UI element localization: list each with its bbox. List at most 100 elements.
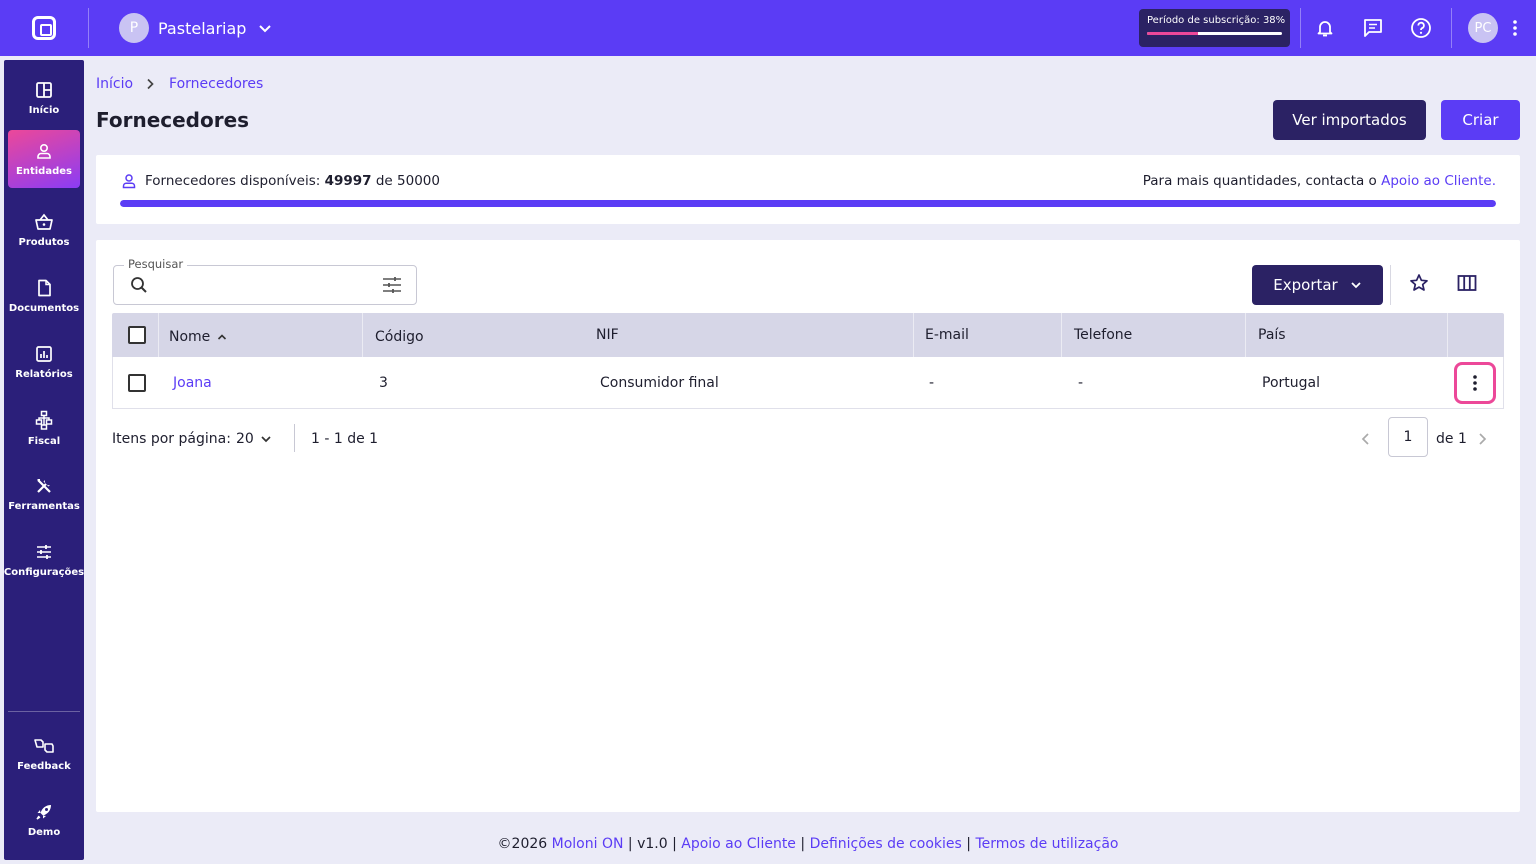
company-name: Pastelariap: [158, 18, 247, 38]
sidebar-item-label: Documentos: [8, 302, 80, 314]
quota-note: Para mais quantidades, contacta o Apoio …: [1143, 173, 1496, 189]
support-link[interactable]: Apoio ao Cliente: [1381, 173, 1492, 189]
items-per-page-value: 20: [236, 431, 254, 447]
table-row[interactable]: Joana 3 Consumidor final - - Portugal: [112, 357, 1504, 409]
breadcrumb-current[interactable]: Fornecedores: [169, 76, 263, 92]
quota-progress-bar: [120, 200, 1496, 207]
quota-note-text: Para mais quantidades, contacta o: [1142, 173, 1377, 189]
sidebar-item-documentos[interactable]: Documentos: [8, 268, 80, 324]
column-label: Nome: [169, 329, 211, 345]
notifications-button[interactable]: [1301, 0, 1349, 56]
suppliers-list-card: Pesquisar Exportar Nome Código NIF E-mai…: [96, 240, 1520, 812]
toolbar-divider: [1390, 265, 1391, 305]
sidebar-item-label: Início: [28, 104, 60, 116]
settings-icon: [37, 544, 51, 559]
app-logo[interactable]: [0, 0, 88, 56]
view-imported-button[interactable]: Ver importados: [1273, 100, 1426, 140]
sidebar-item-inicio[interactable]: Início: [8, 70, 80, 126]
fiscal-icon: [35, 410, 53, 430]
supplier-code: 3: [379, 374, 388, 391]
help-button[interactable]: [1397, 0, 1445, 56]
filter-icon[interactable]: [382, 276, 402, 294]
user-icon: [122, 174, 136, 189]
column-pais[interactable]: País: [1258, 313, 1286, 357]
column-divider: [913, 313, 914, 357]
select-all-checkbox[interactable]: [128, 326, 146, 344]
company-selector[interactable]: P Pastelariap: [119, 13, 272, 43]
sidebar-item-configuracoes[interactable]: Configurações: [4, 532, 84, 588]
breadcrumb-home-link[interactable]: Início: [96, 76, 133, 92]
more-vertical-icon: [1473, 375, 1477, 391]
footer-cookies-link[interactable]: Definições de cookies: [810, 836, 962, 852]
pagination: Itens por página: 20 1 - 1 de 1 1 de 1: [112, 417, 1504, 460]
basket-icon: [35, 213, 53, 230]
column-divider: [1245, 313, 1246, 357]
quota-total: 50000: [397, 173, 440, 189]
star-icon[interactable]: [1409, 273, 1429, 293]
sidebar-item-entidades[interactable]: Entidades: [8, 130, 80, 188]
columns-icon[interactable]: [1457, 273, 1477, 293]
document-icon: [38, 279, 51, 296]
chevron-right-icon[interactable]: [1476, 432, 1488, 446]
messages-button[interactable]: [1349, 0, 1397, 56]
footer-brand-link[interactable]: Moloni ON: [552, 836, 624, 852]
items-per-page-select[interactable]: 20: [236, 431, 272, 447]
quota-available: 49997: [324, 173, 372, 189]
breadcrumb: Início Fornecedores: [96, 76, 263, 92]
help-icon: [1411, 18, 1431, 38]
row-checkbox[interactable]: [128, 374, 146, 392]
feedback-icon: [34, 738, 54, 753]
sidebar-item-label: Relatórios: [15, 368, 73, 380]
sidebar-item-label: Entidades: [16, 165, 72, 177]
supplier-name-link[interactable]: Joana: [173, 357, 212, 408]
row-actions-button[interactable]: [1454, 362, 1496, 404]
column-email[interactable]: E-mail: [925, 313, 969, 357]
subscription-period[interactable]: Período de subscrição: 38%: [1139, 9, 1290, 47]
grid-icon: [36, 81, 52, 98]
quota-label: Fornecedores disponíveis:: [145, 173, 321, 189]
create-button[interactable]: Criar: [1441, 100, 1520, 140]
subscription-progress: [1147, 32, 1282, 35]
export-button[interactable]: Exportar: [1252, 265, 1383, 305]
column-telefone[interactable]: Telefone: [1074, 313, 1132, 357]
page-total: de 1: [1436, 431, 1467, 447]
sidebar-item-fiscal[interactable]: Fiscal: [8, 400, 80, 456]
sidebar: Início Entidades Produtos Documentos Rel…: [4, 60, 84, 860]
search-field[interactable]: Pesquisar: [113, 257, 417, 305]
footer-separator: |: [800, 836, 806, 852]
more-menu-button[interactable]: [1504, 0, 1526, 56]
sidebar-item-label: Configurações: [3, 566, 85, 578]
export-label: Exportar: [1273, 276, 1338, 294]
footer: ©2026 Moloni ON | v1.0 | Apoio ao Client…: [0, 836, 1536, 852]
column-nif[interactable]: NIF: [596, 313, 619, 357]
company-badge: P: [119, 13, 149, 43]
suppliers-table: Nome Código NIF E-mail Telefone País Joa…: [112, 313, 1504, 409]
user-avatar[interactable]: PC: [1468, 13, 1498, 43]
sidebar-item-label: Fiscal: [27, 435, 61, 447]
supplier-email: -: [929, 374, 935, 391]
footer-terms-link[interactable]: Termos de utilização: [975, 836, 1118, 852]
sidebar-item-relatorios[interactable]: Relatórios: [8, 334, 80, 390]
search-label: Pesquisar: [124, 257, 188, 271]
supplier-nif: Consumidor final: [600, 374, 719, 391]
user-icon: [37, 143, 51, 159]
subscription-label: Período de subscrição: 38%: [1147, 15, 1286, 26]
sidebar-item-feedback[interactable]: Feedback: [8, 726, 80, 782]
sidebar-item-ferramentas[interactable]: Ferramentas: [8, 466, 80, 522]
chevron-down-icon: [259, 25, 272, 33]
chevron-left-icon[interactable]: [1360, 432, 1372, 446]
footer-copyright: ©2026: [497, 836, 548, 852]
page-number-input[interactable]: 1: [1388, 417, 1428, 457]
sidebar-item-produtos[interactable]: Produtos: [8, 202, 80, 258]
column-divider: [158, 313, 159, 357]
report-icon: [36, 345, 52, 362]
column-nome[interactable]: Nome: [169, 315, 228, 359]
column-codigo[interactable]: Código: [375, 315, 424, 359]
quota-card: Fornecedores disponíveis: 49997 de 50000…: [96, 155, 1520, 224]
chevron-down-icon: [1351, 282, 1361, 289]
sort-ascending-icon: [218, 334, 227, 340]
search-icon: [131, 277, 147, 293]
footer-support-link[interactable]: Apoio ao Cliente: [681, 836, 796, 852]
page-title: Fornecedores: [96, 108, 250, 132]
search-input[interactable]: [158, 274, 368, 296]
